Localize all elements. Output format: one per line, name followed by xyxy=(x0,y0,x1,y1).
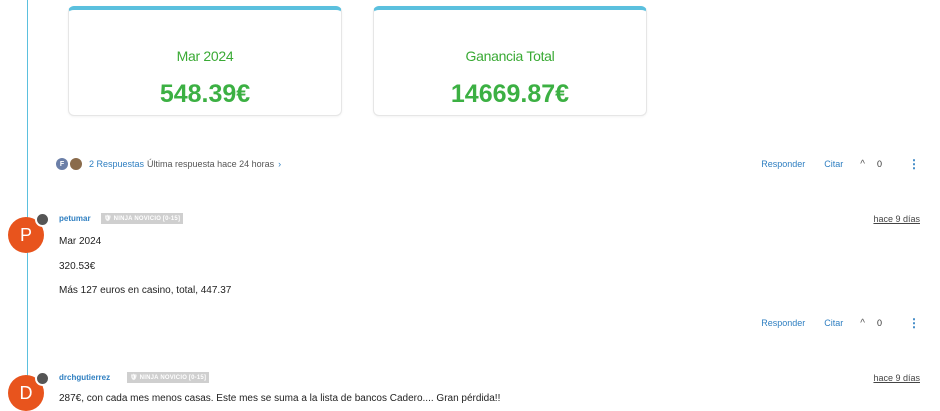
quote-button[interactable]: Citar xyxy=(824,318,843,328)
upvote-icon[interactable]: ^ xyxy=(860,159,865,170)
reply-button[interactable]: Responder xyxy=(761,318,805,328)
stat-card-label: Mar 2024 xyxy=(176,48,234,64)
reply-avatar-photo xyxy=(69,157,83,171)
last-reply-meta: Última respuesta hace 24 horas xyxy=(147,159,275,169)
reply-button[interactable]: Responder xyxy=(761,159,805,169)
rank-badge: 🛡 NINJA NOVICIO [0-15] xyxy=(127,372,210,383)
post-timestamp[interactable]: hace 9 días xyxy=(873,214,920,224)
post-text-line: Más 127 euros en casino, total, 447.37 xyxy=(59,285,232,296)
post-text-line: Mar 2024 xyxy=(59,236,102,247)
post-text-line: 320.53€ xyxy=(59,261,96,272)
more-options-icon[interactable]: ⋮ xyxy=(908,157,920,171)
author-name[interactable]: drchgutierrez xyxy=(59,373,110,382)
vote-count: 0 xyxy=(876,318,882,328)
author-name[interactable]: petumar xyxy=(59,214,91,223)
thread-line xyxy=(27,0,28,400)
post-timestamp[interactable]: hace 9 días xyxy=(873,373,920,383)
presence-indicator xyxy=(35,371,50,386)
quote-button[interactable]: Citar xyxy=(824,159,843,169)
replies-summary[interactable]: F 2 Respuestas Última respuesta hace 24 … xyxy=(56,156,281,172)
stat-card-total: Ganancia Total 14669.87€ xyxy=(373,6,647,116)
rank-badge: 🛡 NINJA NOVICIO [0-15] xyxy=(101,213,184,224)
vote-count: 0 xyxy=(876,159,882,169)
upvote-icon[interactable]: ^ xyxy=(860,318,865,329)
post-actions: Responder Citar ^ 0 ⋮ xyxy=(742,315,920,331)
stat-card-value: 14669.87€ xyxy=(450,80,570,108)
replies-count-link[interactable]: 2 Respuestas xyxy=(89,159,144,169)
reply-avatar: F xyxy=(56,158,68,170)
stat-card-month: Mar 2024 548.39€ xyxy=(68,6,342,116)
more-options-icon[interactable]: ⋮ xyxy=(908,316,920,330)
presence-indicator xyxy=(35,212,50,227)
stat-card-label: Ganancia Total xyxy=(465,48,555,64)
stat-card-value: 548.39€ xyxy=(159,80,251,108)
post-text-line: 287€, con cada mes menos casas. Este mes… xyxy=(59,393,501,404)
chevron-right-icon[interactable]: › xyxy=(278,159,281,169)
post-actions: Responder Citar ^ 0 ⋮ xyxy=(742,156,920,172)
